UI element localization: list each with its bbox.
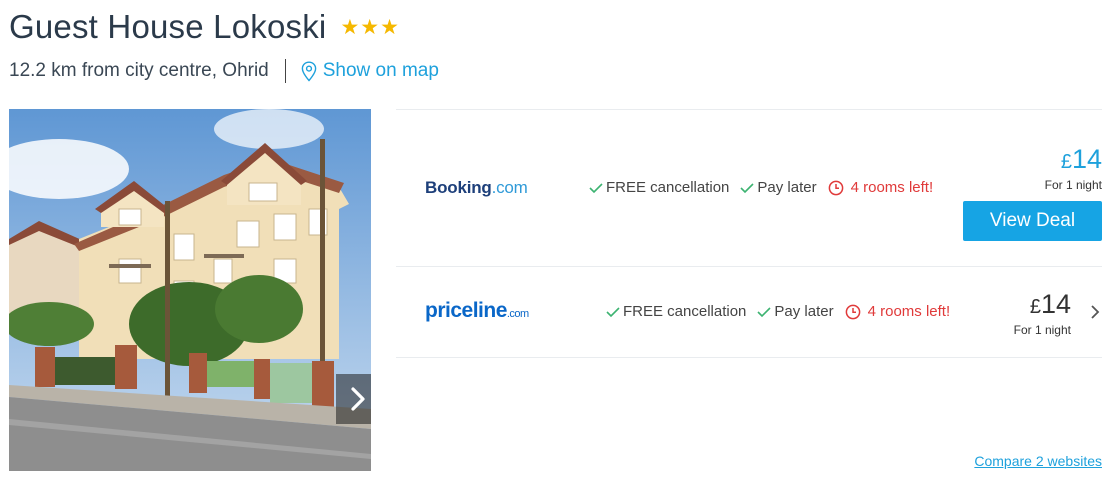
- check-icon: [757, 306, 771, 317]
- provider-logo: Booking.com: [425, 178, 528, 198]
- hotel-name: Guest House Lokoski: [9, 8, 327, 45]
- hotel-header: Guest House Lokoski ★ ★ ★: [9, 8, 399, 46]
- rooms-left-badge: 4 rooms left!: [845, 303, 951, 320]
- chevron-right-icon: [351, 387, 365, 411]
- offer-price: £14 For 1 night: [1013, 289, 1071, 338]
- check-icon: [589, 182, 603, 193]
- distance-text: 12.2 km from city centre, Ohrid: [9, 60, 269, 81]
- provider-name: priceline: [425, 299, 507, 322]
- offer-row[interactable]: Booking.com FREE cancellation Pay later …: [396, 109, 1102, 266]
- offer-row[interactable]: priceline.com FREE cancellation Pay late…: [396, 266, 1102, 358]
- price-value: 14: [1071, 144, 1102, 174]
- feature-label: FREE cancellation: [623, 303, 747, 320]
- star-icon: ★: [340, 15, 360, 39]
- pay-later-feature: Pay later: [740, 179, 817, 196]
- feature-label: Pay later: [757, 179, 817, 196]
- hotel-photo[interactable]: [9, 109, 371, 471]
- view-deal-button[interactable]: View Deal: [963, 201, 1102, 241]
- free-cancellation-feature: FREE cancellation: [589, 179, 729, 196]
- chevron-right-icon: [1091, 305, 1100, 319]
- price-currency: £: [1060, 151, 1072, 173]
- price-period: For 1 night: [1044, 178, 1102, 192]
- clock-icon: [845, 304, 860, 319]
- next-photo-button[interactable]: [336, 374, 371, 424]
- feature-label: Pay later: [774, 303, 834, 320]
- compare-websites-link[interactable]: Compare 2 websites: [974, 453, 1102, 469]
- hotel-image: [9, 109, 371, 471]
- price-value: 14: [1040, 289, 1071, 319]
- price-currency: £: [1029, 296, 1041, 318]
- provider-suffix: .com: [506, 308, 529, 320]
- show-on-map-link[interactable]: Show on map: [301, 60, 439, 82]
- map-pin-icon: [301, 60, 317, 82]
- check-icon: [740, 182, 754, 193]
- offer-features: FREE cancellation Pay later 4 rooms left…: [606, 303, 950, 320]
- rooms-left-text: 4 rooms left!: [867, 303, 951, 320]
- check-icon: [606, 306, 620, 317]
- offer-features: FREE cancellation Pay later 4 rooms left…: [589, 179, 933, 196]
- provider-suffix: .com: [491, 178, 528, 197]
- pay-later-feature: Pay later: [757, 303, 834, 320]
- provider-logo: priceline.com: [425, 299, 529, 323]
- feature-label: FREE cancellation: [606, 179, 730, 196]
- clock-icon: [828, 180, 843, 195]
- offers-list: Booking.com FREE cancellation Pay later …: [396, 109, 1102, 358]
- offer-price: £14 For 1 night: [1044, 144, 1102, 193]
- show-on-map-label: Show on map: [322, 60, 439, 81]
- rooms-left-text: 4 rooms left!: [850, 179, 934, 196]
- star-icon: ★: [360, 15, 380, 39]
- star-icon: ★: [380, 15, 399, 39]
- offer-expand-button[interactable]: [1090, 304, 1100, 325]
- free-cancellation-feature: FREE cancellation: [606, 303, 746, 320]
- location-row: 12.2 km from city centre, Ohrid Show on …: [9, 59, 439, 83]
- divider: [284, 59, 286, 83]
- provider-name: Booking: [425, 178, 492, 197]
- price-period: For 1 night: [1013, 323, 1071, 337]
- star-rating: ★ ★ ★: [340, 17, 398, 38]
- rooms-left-badge: 4 rooms left!: [828, 179, 934, 196]
